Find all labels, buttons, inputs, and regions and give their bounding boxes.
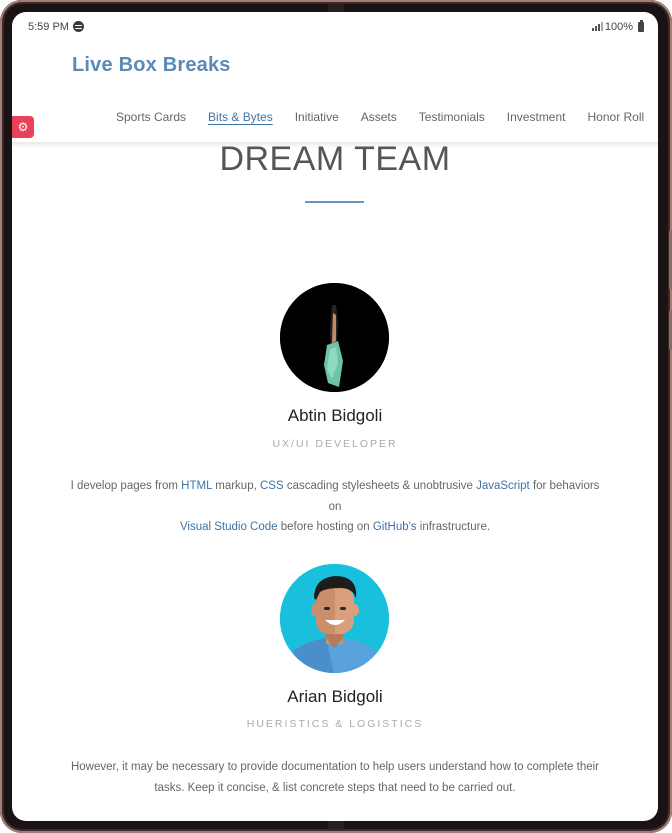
battery-icon	[638, 20, 644, 32]
member-avatar-2	[280, 564, 389, 673]
member-name-1: Abtin Bidgoli	[287, 406, 383, 425]
device-frame: 5:59 PM 100% Live Box Breaks Sports Card…	[0, 0, 672, 833]
main-nav: Sports Cards Bits & Bytes Initiative Ass…	[105, 110, 655, 124]
bio-text: markup,	[212, 480, 260, 492]
member-role-2: HUERISTICS & LOGISTICS	[246, 718, 424, 730]
status-time: 5:59 PM	[28, 21, 69, 33]
member-name-2: Arian Bidgoli	[287, 687, 383, 706]
signal-icon	[591, 22, 603, 32]
battery-percent: 100%	[604, 21, 633, 33]
bio-line-2: tasks. Keep it concise, & list concrete …	[154, 781, 516, 794]
nav-item-assets[interactable]: Assets	[350, 110, 408, 124]
bio-text: cascading stylesheets & unobtrusive	[283, 480, 477, 492]
bio-text: infrastructure.	[416, 521, 491, 533]
nav-item-initiative[interactable]: Initiative	[284, 110, 350, 124]
member-avatar-1	[280, 283, 389, 392]
avatar-2-image	[280, 564, 389, 673]
member-bio-2: However, it may be necessary to provide …	[67, 757, 603, 798]
screen: 5:59 PM 100% Live Box Breaks Sports Card…	[12, 12, 658, 821]
javascript-link[interactable]: JavaScript	[476, 480, 530, 492]
member-role-1: UX/UI DEVELOPER	[272, 438, 398, 450]
title-divider	[305, 201, 364, 203]
avatar-1-image	[280, 283, 389, 392]
spotify-icon	[73, 21, 84, 32]
nav-item-testimonials[interactable]: Testimonials	[408, 110, 496, 124]
nav-item-investment[interactable]: Investment	[496, 110, 577, 124]
html-link[interactable]: HTML	[181, 480, 212, 492]
nav-item-sports-cards[interactable]: Sports Cards	[105, 110, 197, 124]
section-title: DREAM TEAM	[219, 140, 451, 178]
brand-logo[interactable]: Live Box Breaks	[72, 54, 231, 77]
github-link[interactable]: GitHub's	[373, 521, 417, 533]
bio-text: I develop pages from	[70, 480, 182, 492]
status-right: 100%	[591, 20, 644, 33]
settings-tab[interactable]: ⚙	[12, 116, 34, 138]
gear-icon: ⚙	[17, 120, 29, 134]
css-link[interactable]: CSS	[260, 480, 284, 492]
hinge-top	[328, 4, 344, 12]
nav-item-bits-bytes[interactable]: Bits & Bytes	[197, 110, 284, 124]
bio-text: before hosting on	[277, 521, 373, 533]
bio-line-1: However, it may be necessary to provide …	[70, 761, 599, 773]
hinge-bottom	[328, 821, 344, 829]
nav-item-honor-roll[interactable]: Honor Roll	[577, 110, 656, 124]
status-bar: 5:59 PM 100%	[12, 12, 658, 42]
member-bio-1: I develop pages from HTML markup, CSS ca…	[67, 476, 603, 538]
vscode-link[interactable]: Visual Studio Code	[180, 521, 278, 533]
